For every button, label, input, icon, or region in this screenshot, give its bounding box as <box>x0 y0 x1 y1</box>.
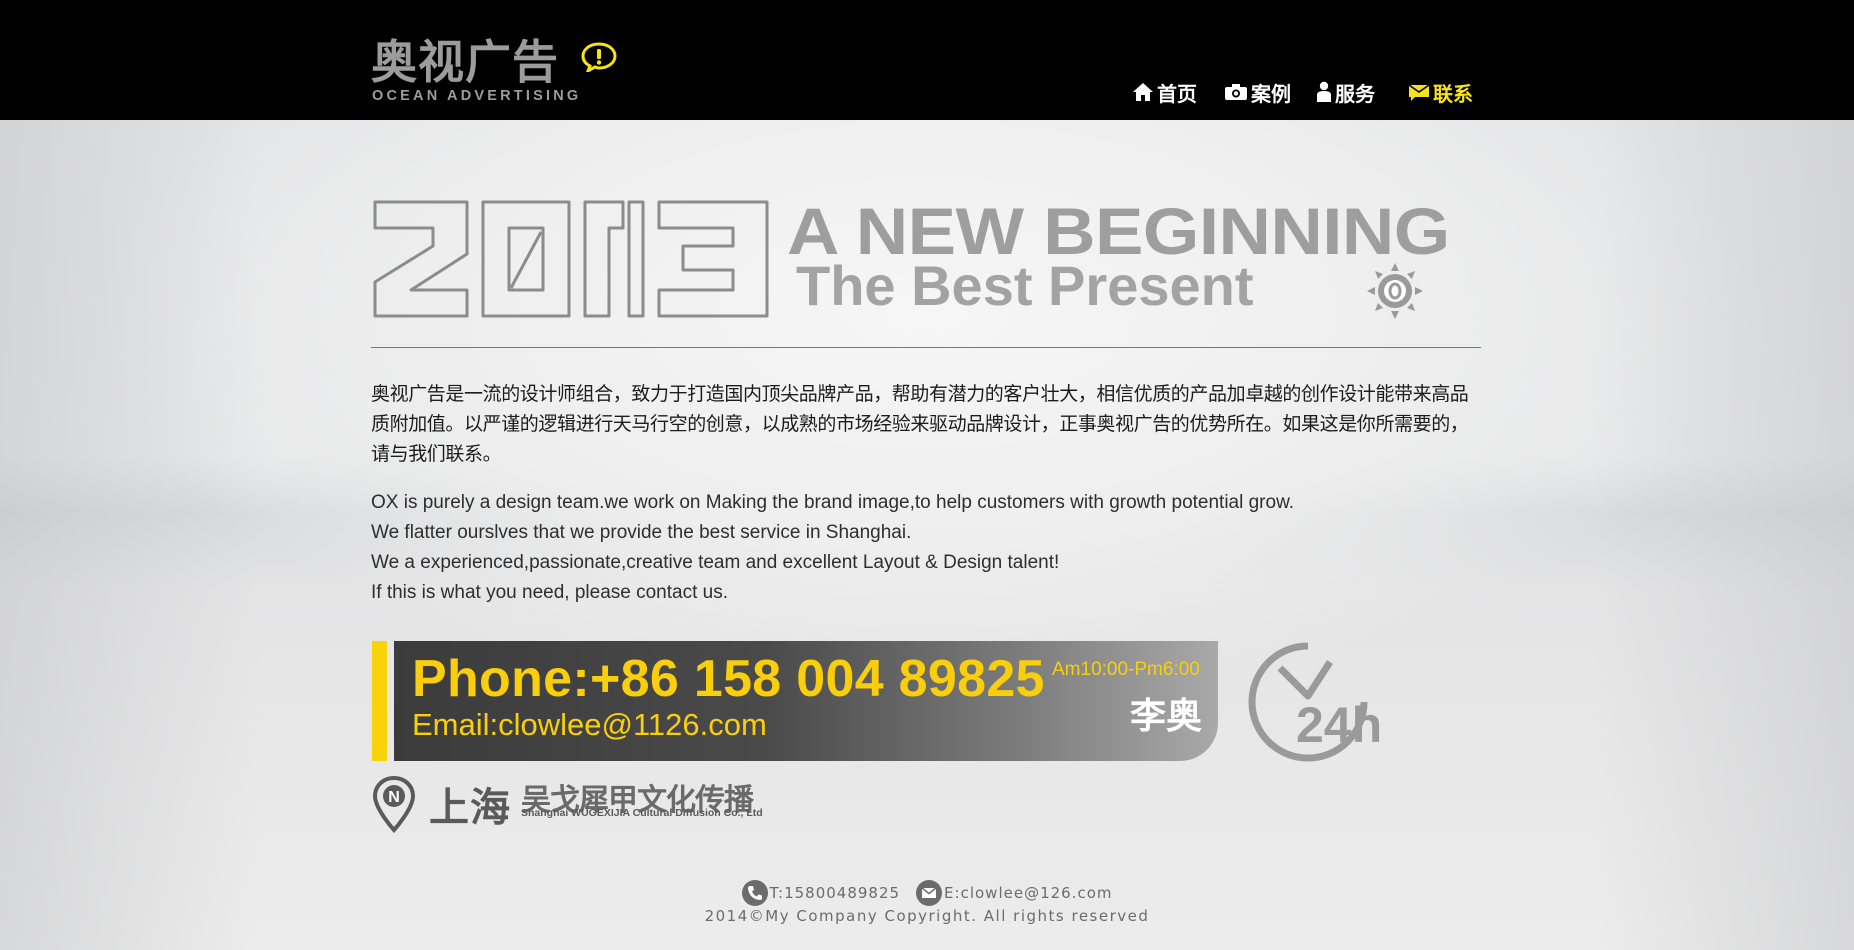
year-outline-graphic <box>373 200 769 318</box>
hero-subtitle: The Best Present <box>796 254 1254 317</box>
phone-number[interactable]: Phone:+86 158 004 89825 <box>412 649 1045 709</box>
company-name-en: Shanghai WUGEXIJIA Cultural Diffusion Co… <box>521 807 763 819</box>
header-bar: 奥视广告 OCEAN ADVERTISING 首页 案例 服务 联系 <box>0 0 1854 120</box>
contact-banner: Phone:+86 158 004 89825 Am10:00-Pm6:00 E… <box>394 641 1218 761</box>
pin-letter: N <box>388 789 400 806</box>
office-hours: Am10:00-Pm6:00 <box>1052 659 1200 680</box>
left-shade <box>0 120 260 950</box>
banner-accent-bar <box>372 641 387 761</box>
person-icon <box>1317 81 1331 102</box>
camera-icon <box>1225 84 1247 100</box>
copyright: 2014©My Company Copyright. All rights re… <box>704 907 1150 925</box>
nav-services[interactable]: 服务 <box>1316 78 1375 106</box>
divider-line <box>371 347 1481 348</box>
contact-email[interactable]: Email:clowlee@1126.com <box>412 707 767 743</box>
nav-home-label: 首页 <box>1157 81 1197 106</box>
clock-24h-icon: 24h <box>1248 642 1382 762</box>
intro-chinese: 奥视广告是一流的设计师组合，致力于打造国内顶尖品牌产品，帮助有潜力的客户壮大，相… <box>371 383 1469 465</box>
envelope-icon <box>916 880 943 906</box>
nav-home[interactable]: 首页 <box>1132 78 1197 106</box>
location-pin-icon: N <box>372 775 416 833</box>
intro-english-line: OX is purely a design team.we work on Ma… <box>371 492 1295 513</box>
company-city: 上海 <box>429 785 511 831</box>
footer-email-text: E:clowlee@126.com <box>944 884 1113 902</box>
home-icon <box>1133 83 1153 101</box>
contact-person: 李奥 <box>1129 696 1202 737</box>
site-logo[interactable]: 奥视广告 OCEAN ADVERTISING <box>371 36 621 108</box>
logo-english: OCEAN ADVERTISING <box>372 88 582 104</box>
footer-tel[interactable]: T:15800489825 <box>741 880 901 906</box>
sun-badge-icon <box>1367 263 1423 319</box>
mail-icon <box>1408 84 1430 101</box>
intro-english-line: We a experienced,passionate,creative tea… <box>371 552 1060 573</box>
company-logo: N 上海 吴戈犀甲文化传播 Shanghai WUGEXIJIA Cultura… <box>371 775 791 835</box>
phone-icon <box>741 880 768 906</box>
footer-tel-text: T:15800489825 <box>769 884 901 902</box>
intro-english-line: We flatter ourslves that we provide the … <box>371 522 912 543</box>
intro-english: OX is purely a design team.we work on Ma… <box>371 488 1294 608</box>
nav-contact-label: 联系 <box>1433 81 1473 106</box>
clock-24h-label: 24h <box>1296 697 1382 753</box>
right-shade <box>1594 120 1854 950</box>
nav-contact[interactable]: 联系 <box>1408 78 1473 106</box>
hero-banner: A NEW BEGINNING The Best Present <box>371 198 1481 323</box>
footer-email[interactable]: E:clowlee@126.com <box>916 880 1112 906</box>
logo-chinese: 奥视广告 <box>371 35 559 89</box>
nav-services-label: 服务 <box>1335 81 1375 106</box>
exclamation-bubble-icon <box>581 42 617 72</box>
nav-cases-label: 案例 <box>1251 81 1291 106</box>
intro-english-line: If this is what you need, please contact… <box>371 582 728 603</box>
nav-cases[interactable]: 案例 <box>1224 78 1291 106</box>
footer: T:15800489825 E:clowlee@126.com 2014©My … <box>0 879 1854 925</box>
